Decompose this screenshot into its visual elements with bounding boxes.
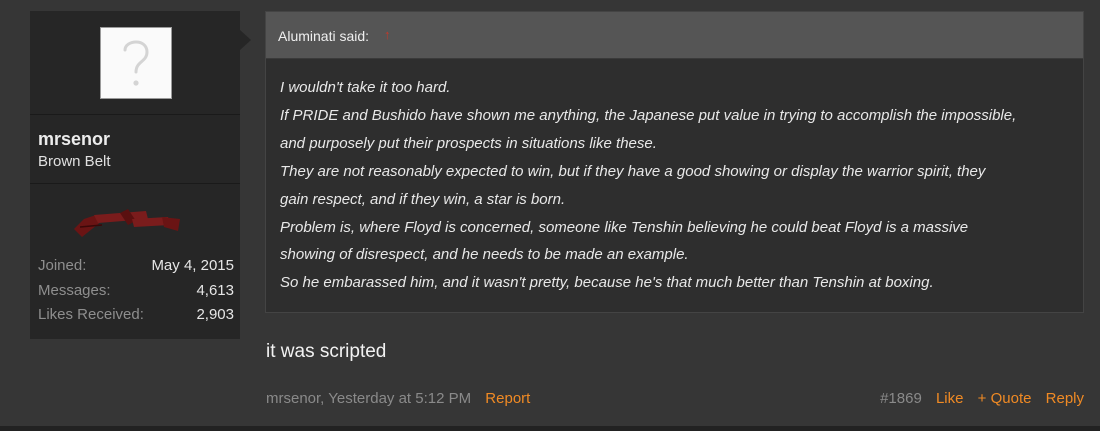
stat-value: May 4, 2015 — [151, 257, 234, 274]
quote-line: If PRIDE and Bushido have shown me anyth… — [280, 106, 1017, 124]
stat-value[interactable]: 4,613 — [196, 279, 234, 304]
like-link[interactable]: Like — [936, 390, 964, 407]
stat-messages: Messages: 4,613 — [38, 279, 234, 304]
report-link[interactable]: Report — [485, 390, 530, 407]
quote-line: Problem is, where Floyd is concerned, so… — [280, 218, 969, 236]
post-actions: #1869 Like + Quote Reply — [870, 390, 1084, 407]
user-info-panel: mrsenor Brown Belt Joined: May 4, 2015 M… — [30, 11, 240, 339]
post-divider — [0, 426, 1100, 431]
forum-post: mrsenor Brown Belt Joined: May 4, 2015 M… — [0, 0, 1100, 426]
quote-link[interactable]: + Quote — [978, 390, 1032, 407]
username[interactable]: mrsenor — [38, 129, 110, 150]
stat-joined: Joined: May 4, 2015 — [38, 254, 234, 279]
quote-line: I wouldn't take it too hard. — [280, 79, 451, 96]
brown-belt-icon — [74, 209, 180, 237]
post-number-link[interactable]: #1869 — [880, 390, 922, 407]
user-title: Brown Belt — [38, 153, 111, 170]
quote-header: Aluminati said: ↑ — [266, 12, 1083, 59]
stat-label: Likes Received: — [38, 306, 144, 323]
stat-label: Joined: — [38, 257, 87, 274]
message-pointer-arrow — [240, 30, 251, 50]
quote-block: Aluminati said: ↑ I wouldn't take it too… — [265, 11, 1084, 313]
message-text: it was scripted — [266, 341, 387, 362]
quote-line: showing of disrespect, and he needs to b… — [280, 246, 689, 264]
stat-value: 2,903 — [196, 306, 234, 323]
jump-to-quote-icon[interactable]: ↑ — [384, 28, 394, 42]
quote-line: gain respect, and if they win, a star is… — [280, 190, 566, 208]
post-meta: mrsenor, Yesterday at 5:12 PM Report — [266, 390, 530, 407]
username-block: mrsenor Brown Belt — [30, 114, 240, 184]
quote-author[interactable]: Aluminati said: — [278, 28, 369, 44]
stat-likes: Likes Received: 2,903 — [38, 303, 234, 328]
user-stats: Joined: May 4, 2015 Messages: 4,613 Like… — [38, 254, 234, 328]
reply-link[interactable]: Reply — [1046, 390, 1084, 407]
quote-line: So he embarassed him, and it wasn't pret… — [280, 274, 934, 292]
default-avatar-icon — [123, 40, 149, 86]
quote-line: They are not reasonably expected to win,… — [280, 162, 986, 180]
stat-label: Messages: — [38, 281, 111, 299]
quote-line: and purposely put their prospects in sit… — [280, 134, 657, 152]
quote-body: I wouldn't take it too hard. If PRIDE an… — [280, 74, 1075, 297]
avatar[interactable] — [100, 27, 172, 99]
post-author-time[interactable]: mrsenor, Yesterday at 5:12 PM — [266, 390, 471, 407]
